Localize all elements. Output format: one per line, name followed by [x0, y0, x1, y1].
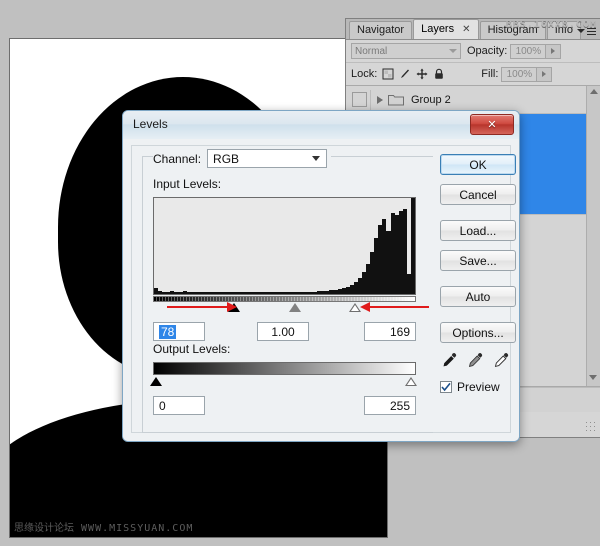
auto-button[interactable]: Auto — [440, 286, 516, 307]
chevron-down-icon — [312, 156, 321, 161]
annotation-arrow-left — [360, 302, 432, 312]
input-gamma-value: 1.00 — [271, 324, 295, 339]
dialog-button-column: OK Cancel Load... Save... Auto Options..… — [440, 154, 516, 394]
dialog-inner-frame: Channel: RGB Input Levels: 78 1.00 169 O… — [131, 145, 516, 433]
expand-group-icon[interactable] — [377, 95, 383, 104]
ok-button[interactable]: OK — [440, 154, 516, 175]
scroll-down-icon[interactable] — [589, 375, 597, 380]
input-gamma-field[interactable]: 1.00 — [257, 322, 309, 341]
channel-label: Channel: — [153, 151, 202, 166]
output-level-sliders — [150, 376, 417, 390]
output-white-field[interactable]: 255 — [364, 396, 416, 415]
lock-transparency-icon[interactable] — [382, 68, 394, 80]
annotation-arrow-right — [167, 302, 239, 312]
fill-value: 100% — [506, 68, 533, 80]
lock-row: Lock: Fill: 100% — [346, 63, 600, 86]
output-black-field[interactable]: 0 — [153, 396, 205, 415]
layer-visibility-toggle[interactable] — [348, 89, 371, 110]
panel-resize-grip[interactable] — [586, 422, 596, 432]
lock-label: Lock: — [351, 68, 378, 80]
panel-watermark: BBS.16XX8.COM — [505, 19, 597, 30]
channel-select[interactable]: RGB — [207, 149, 328, 168]
options-button-label: Options... — [452, 325, 504, 340]
auto-button-label: Auto — [465, 289, 491, 304]
tab-navigator[interactable]: Navigator — [349, 21, 413, 39]
save-button[interactable]: Save... — [440, 250, 516, 271]
close-icon: ✕ — [487, 119, 497, 131]
tab-layers[interactable]: Layers ✕ — [413, 19, 479, 39]
blend-mode-select[interactable]: Normal — [351, 43, 461, 59]
output-white-point-slider[interactable] — [405, 377, 417, 386]
lock-all-icon[interactable] — [433, 68, 445, 80]
triangle-right-icon — [542, 71, 547, 77]
canvas-watermark: 思缘设计论坛 WWW.MISSYUAN.COM — [14, 519, 193, 534]
channel-row: Channel: RGB — [153, 149, 332, 168]
levels-dialog: Levels ✕ Channel: RGB Input Levels: 78 1… — [122, 110, 520, 442]
layer-list-scrollbar[interactable] — [586, 86, 600, 386]
cancel-button[interactable]: Cancel — [440, 184, 516, 205]
lock-icon-group — [382, 68, 445, 80]
fill-label: Fill: — [481, 68, 499, 80]
layer-name: Group 2 — [411, 93, 451, 106]
opacity-slider-button[interactable] — [546, 43, 562, 59]
input-level-sliders — [153, 302, 429, 316]
lock-image-icon[interactable] — [399, 68, 411, 80]
opacity-label: Opacity: — [467, 45, 508, 57]
tab-navigator-label: Navigator — [357, 24, 405, 36]
fill-input[interactable]: 100% — [501, 66, 538, 82]
output-black-value: 0 — [159, 398, 166, 413]
input-white-point-value: 169 — [389, 324, 410, 339]
output-black-point-slider[interactable] — [150, 377, 162, 386]
input-gamma-slider[interactable] — [289, 303, 301, 312]
dialog-titlebar[interactable]: Levels ✕ — [123, 111, 519, 140]
scroll-up-icon[interactable] — [589, 89, 598, 94]
channel-value: RGB — [213, 151, 240, 166]
input-black-point-value: 78 — [159, 324, 177, 339]
save-button-label: Save... — [459, 253, 497, 268]
cancel-button-label: Cancel — [459, 187, 497, 202]
opacity-value: 100% — [515, 45, 542, 57]
output-levels-label: Output Levels: — [153, 342, 231, 356]
chevron-down-icon — [449, 49, 457, 53]
input-black-point-field[interactable]: 78 — [153, 322, 205, 341]
tab-layers-label: Layers — [421, 23, 455, 35]
opacity-input[interactable]: 100% — [510, 43, 547, 59]
input-levels-label: Input Levels: — [153, 177, 222, 191]
load-button-label: Load... — [459, 223, 497, 238]
fill-slider-button[interactable] — [537, 66, 553, 82]
input-levels-group: Channel: RGB Input Levels: 78 1.00 169 O… — [142, 149, 433, 433]
blend-mode-row: Normal Opacity: 100% — [346, 40, 600, 63]
ok-button-label: OK — [469, 157, 487, 172]
canvas-watermark-cn: 思缘设计论坛 — [14, 523, 74, 534]
set-gray-point-eyedropper-icon[interactable] — [467, 352, 484, 369]
set-black-point-eyedropper-icon[interactable] — [441, 352, 458, 369]
set-white-point-eyedropper-icon[interactable] — [493, 352, 510, 369]
folder-icon — [388, 95, 404, 106]
triangle-right-icon — [551, 48, 556, 54]
histogram-bar — [410, 198, 415, 294]
preview-checkbox[interactable] — [440, 381, 452, 393]
preview-label: Preview — [457, 380, 500, 394]
close-button[interactable]: ✕ — [470, 114, 514, 135]
canvas-watermark-url: WWW.MISSYUAN.COM — [81, 523, 194, 534]
dialog-body: Channel: RGB Input Levels: 78 1.00 169 O… — [123, 139, 519, 441]
tab-close-icon[interactable]: ✕ — [462, 24, 470, 35]
output-gradient-strip — [153, 362, 416, 375]
checkmark-icon — [441, 382, 451, 392]
input-white-point-field[interactable]: 169 — [364, 322, 416, 341]
load-button[interactable]: Load... — [440, 220, 516, 241]
histogram-bars — [154, 198, 415, 294]
eyedropper-row — [441, 352, 516, 369]
preview-row[interactable]: Preview — [440, 380, 516, 394]
options-button[interactable]: Options... — [440, 322, 516, 343]
dialog-title: Levels — [133, 117, 168, 131]
blend-mode-value: Normal — [355, 45, 388, 57]
lock-position-icon[interactable] — [416, 68, 428, 80]
output-white-value: 255 — [389, 398, 410, 413]
histogram-chart — [153, 197, 416, 295]
eye-icon — [351, 92, 367, 107]
